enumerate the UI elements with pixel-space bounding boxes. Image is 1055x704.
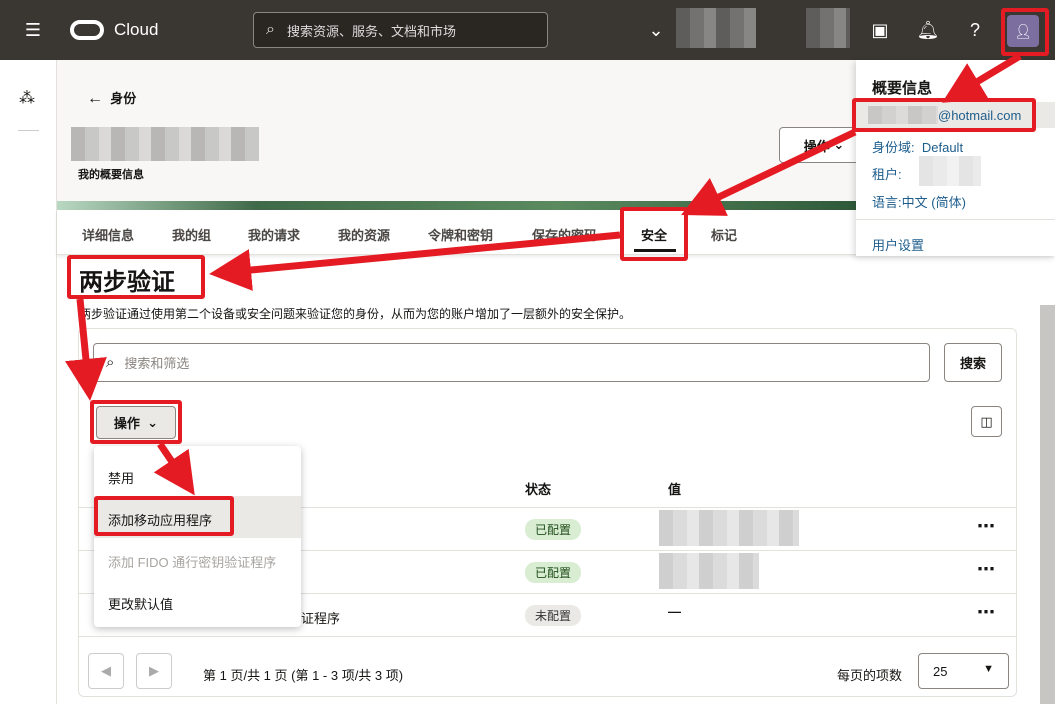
arrow: [65, 298, 107, 401]
arrow: [681, 128, 857, 216]
arrow: [153, 442, 195, 496]
arrow: [941, 52, 1022, 103]
annotation-arrows: [65, 52, 1022, 496]
arrow: [209, 231, 621, 291]
